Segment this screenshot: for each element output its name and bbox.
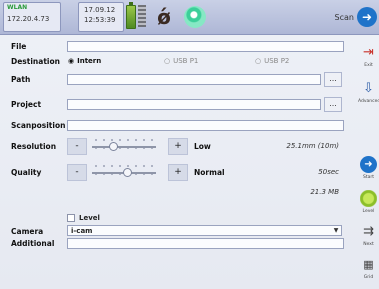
file-size: 21.3 MB xyxy=(310,188,339,196)
laser-status-icon xyxy=(184,6,206,28)
grid-icon: ▦ xyxy=(363,258,374,271)
quality-increase-button[interactable]: + xyxy=(168,164,188,181)
scanposition-input[interactable] xyxy=(67,120,344,131)
quality-decrease-button[interactable]: - xyxy=(67,164,87,181)
camera-value: i-cam xyxy=(71,227,93,235)
additional-label: Additional xyxy=(11,239,55,248)
resolution-detail: 25.1mm (10m) xyxy=(286,142,339,150)
quality-detail: 50sec xyxy=(318,168,339,176)
status-bar: WLAN 172.20.4.73 17.09.12 12:53:39 ǿ Sca… xyxy=(0,0,379,35)
camera-label: Camera xyxy=(11,227,44,236)
next-icon: ⇉ xyxy=(363,224,374,239)
exit-icon: ⇥ xyxy=(363,45,374,60)
radio-unselected-icon: ○ xyxy=(164,57,171,65)
project-browse-button[interactable]: ... xyxy=(324,97,342,112)
project-label: Project xyxy=(11,100,42,109)
exit-label: Exit xyxy=(364,63,373,68)
scanner-window: WLAN 172.20.4.73 17.09.12 12:53:39 ǿ Sca… xyxy=(0,0,379,289)
radio-label: Intern xyxy=(77,57,102,65)
advanced-button[interactable]: ⇩ Advanced xyxy=(358,80,379,110)
radio-selected-icon: ◉ xyxy=(68,57,75,65)
destination-label: Destination xyxy=(11,57,60,66)
level-button[interactable]: Level xyxy=(358,190,379,220)
date-text: 17.09.12 xyxy=(84,6,116,14)
resolution-level: Low xyxy=(194,142,211,151)
project-input[interactable] xyxy=(67,99,321,110)
advanced-icon: ⇩ xyxy=(363,81,374,96)
additional-input[interactable] xyxy=(67,238,344,249)
destination-radio-usb-p2[interactable]: ○ USB P2 xyxy=(255,57,289,65)
memory-icon xyxy=(138,5,146,27)
side-toolbar: ⇥ Exit ⇩ Advanced ➜ Start Level ⇉ Next ▦… xyxy=(358,36,379,289)
arrow-right-icon: ➜ xyxy=(357,7,377,27)
file-input[interactable] xyxy=(67,41,344,52)
resolution-label: Resolution xyxy=(11,142,57,151)
radio-label: USB P2 xyxy=(264,57,290,65)
level-button-label: Level xyxy=(362,209,375,214)
radio-unselected-icon: ○ xyxy=(255,57,262,65)
scan-button[interactable]: Scan ➜ xyxy=(335,3,377,31)
start-button[interactable]: ➜ Start xyxy=(358,156,379,186)
next-button[interactable]: ⇉ Next xyxy=(358,223,379,253)
battery-icon xyxy=(126,2,136,29)
level-checkbox[interactable] xyxy=(67,214,75,222)
level-icon xyxy=(360,190,377,207)
exit-button[interactable]: ⇥ Exit xyxy=(358,44,379,74)
destination-radio-intern[interactable]: ◉ Intern xyxy=(68,57,101,65)
start-label: Start xyxy=(363,175,374,180)
network-indicator: WLAN 172.20.4.73 xyxy=(3,2,61,32)
network-status: WLAN xyxy=(7,4,28,11)
ip-address: 172.20.4.73 xyxy=(7,15,50,23)
path-label: Path xyxy=(11,75,31,84)
advanced-label: Advanced xyxy=(358,99,379,104)
resolution-slider-ticks xyxy=(92,136,156,152)
path-input[interactable] xyxy=(67,74,321,85)
scanposition-label: Scanposition xyxy=(11,121,66,130)
scan-label: Scan xyxy=(334,12,354,22)
quality-level: Normal xyxy=(194,168,225,177)
tilt-sensor-icon: ǿ xyxy=(157,5,171,29)
resolution-slider[interactable] xyxy=(92,146,156,148)
camera-select[interactable]: i-cam ▼ xyxy=(67,225,342,236)
date-time-display: 17.09.12 12:53:39 xyxy=(78,2,124,32)
resolution-decrease-button[interactable]: - xyxy=(67,138,87,155)
path-browse-button[interactable]: ... xyxy=(324,72,342,87)
resolution-increase-button[interactable]: + xyxy=(168,138,188,155)
level-checkbox-label: Level xyxy=(79,214,100,222)
radio-label: USB P1 xyxy=(173,57,199,65)
start-icon: ➜ xyxy=(360,156,377,173)
destination-radio-usb-p1[interactable]: ○ USB P1 xyxy=(164,57,198,65)
next-label: Next xyxy=(363,242,374,247)
dropdown-arrow-icon: ▼ xyxy=(333,227,339,234)
file-label: File xyxy=(11,42,27,51)
grid-button[interactable]: ▦ Grid xyxy=(358,256,379,286)
time-text: 12:53:39 xyxy=(84,16,116,24)
grid-label: Grid xyxy=(363,275,374,280)
quality-label: Quality xyxy=(11,168,42,177)
